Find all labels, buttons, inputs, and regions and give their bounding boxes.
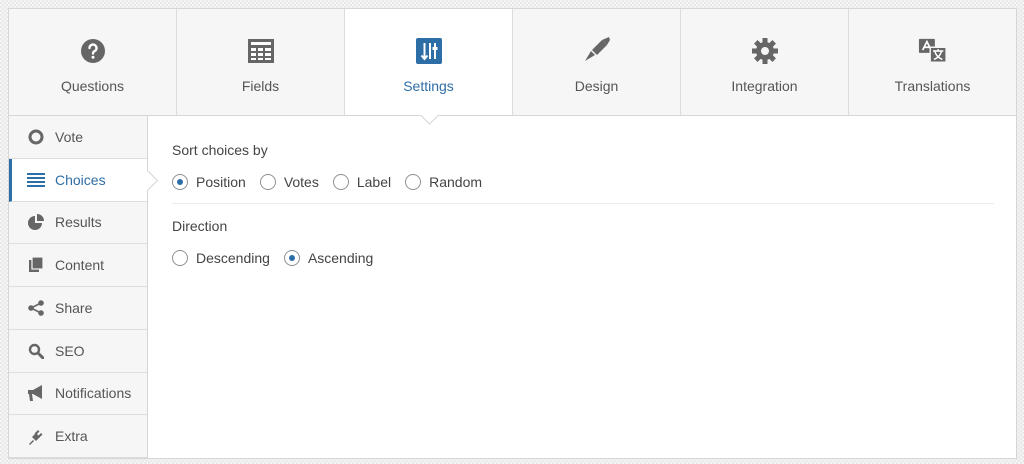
radio-label: Label	[356, 174, 392, 190]
tab-settings[interactable]: Settings	[345, 9, 513, 115]
divider	[172, 203, 994, 204]
sidebar-item-label: Vote	[55, 128, 84, 145]
top-tabs: Questions Fields Settings Design Integra…	[9, 9, 1016, 116]
sort-options: Position Votes Label Random	[172, 174, 993, 190]
tab-design[interactable]: Design	[513, 9, 681, 115]
plugin-icon	[27, 427, 45, 445]
direction-radio-descending[interactable]: Descending	[172, 250, 270, 266]
settings-panel: Questions Fields Settings Design Integra…	[8, 8, 1017, 459]
radio-button[interactable]	[332, 174, 349, 190]
choices-settings: Sort choices by Position Votes Label Ran…	[149, 116, 1016, 458]
direction-title: Direction	[172, 218, 228, 234]
tab-label: Settings	[403, 78, 454, 94]
search-icon	[27, 342, 45, 360]
radio-button[interactable]	[259, 174, 276, 190]
gear-icon	[750, 36, 780, 66]
pie-chart-icon	[27, 213, 45, 231]
sidebar-item-share[interactable]: Share	[9, 287, 147, 330]
sliders-icon	[414, 36, 444, 66]
tab-label: Translations	[894, 78, 971, 94]
tab-questions[interactable]: Questions	[9, 9, 177, 115]
sidebar-item-notifications[interactable]: Notifications	[9, 373, 147, 416]
radio-label: Votes	[283, 174, 319, 190]
tab-label: Integration	[731, 78, 798, 94]
sidebar-item-seo[interactable]: SEO	[9, 330, 147, 373]
tab-fields[interactable]: Fields	[177, 9, 345, 115]
sidebar-item-label: Choices	[55, 171, 106, 188]
sidebar-item-label: Extra	[55, 428, 88, 445]
list-icon	[27, 171, 45, 189]
translate-icon	[918, 36, 948, 66]
sidebar-item-label: Content	[55, 257, 105, 274]
radio-label: Ascending	[307, 250, 374, 266]
sidebar-item-extra[interactable]: Extra	[9, 415, 147, 458]
sort-radio-label[interactable]: Label	[332, 174, 392, 190]
sidebar-item-vote[interactable]: Vote	[9, 116, 147, 159]
direction-radio-ascending[interactable]: Ascending	[283, 250, 374, 266]
copy-icon	[27, 256, 45, 274]
sort-radio-votes[interactable]: Votes	[259, 174, 319, 190]
sidebar-item-label: SEO	[55, 342, 85, 359]
tab-integration[interactable]: Integration	[681, 9, 849, 115]
radio-label: Descending	[196, 250, 270, 266]
sidebar-item-label: Notifications	[55, 385, 132, 402]
paintbrush-icon	[582, 36, 612, 66]
radio-label: Position	[196, 174, 246, 190]
radio-button[interactable]	[172, 250, 188, 266]
tab-label: Design	[574, 78, 619, 94]
sidebar-item-label: Results	[55, 214, 102, 231]
tab-translations[interactable]: Translations	[849, 9, 1016, 115]
circle-icon	[27, 128, 45, 146]
radio-button[interactable]	[172, 174, 188, 190]
fields-table-icon	[246, 36, 276, 66]
direction-options: Descending Ascending	[172, 250, 993, 266]
radio-label: Random	[429, 174, 483, 190]
sidebar: Vote Choices Results Content Share SEO N…	[9, 116, 148, 458]
sort-radio-position[interactable]: Position	[172, 174, 246, 190]
radio-button[interactable]	[405, 174, 422, 190]
sidebar-item-label: Share	[55, 299, 93, 316]
sort-radio-random[interactable]: Random	[405, 174, 482, 190]
tab-label: Fields	[241, 78, 280, 94]
sidebar-item-results[interactable]: Results	[9, 202, 147, 245]
tab-label: Questions	[60, 78, 125, 94]
sidebar-item-content[interactable]: Content	[9, 244, 147, 287]
share-icon	[27, 299, 45, 317]
sidebar-item-choices[interactable]: Choices	[9, 158, 147, 202]
sort-title: Sort choices by	[172, 142, 268, 158]
radio-button[interactable]	[283, 250, 300, 266]
megaphone-icon	[27, 384, 45, 402]
question-circle-icon	[78, 36, 108, 66]
